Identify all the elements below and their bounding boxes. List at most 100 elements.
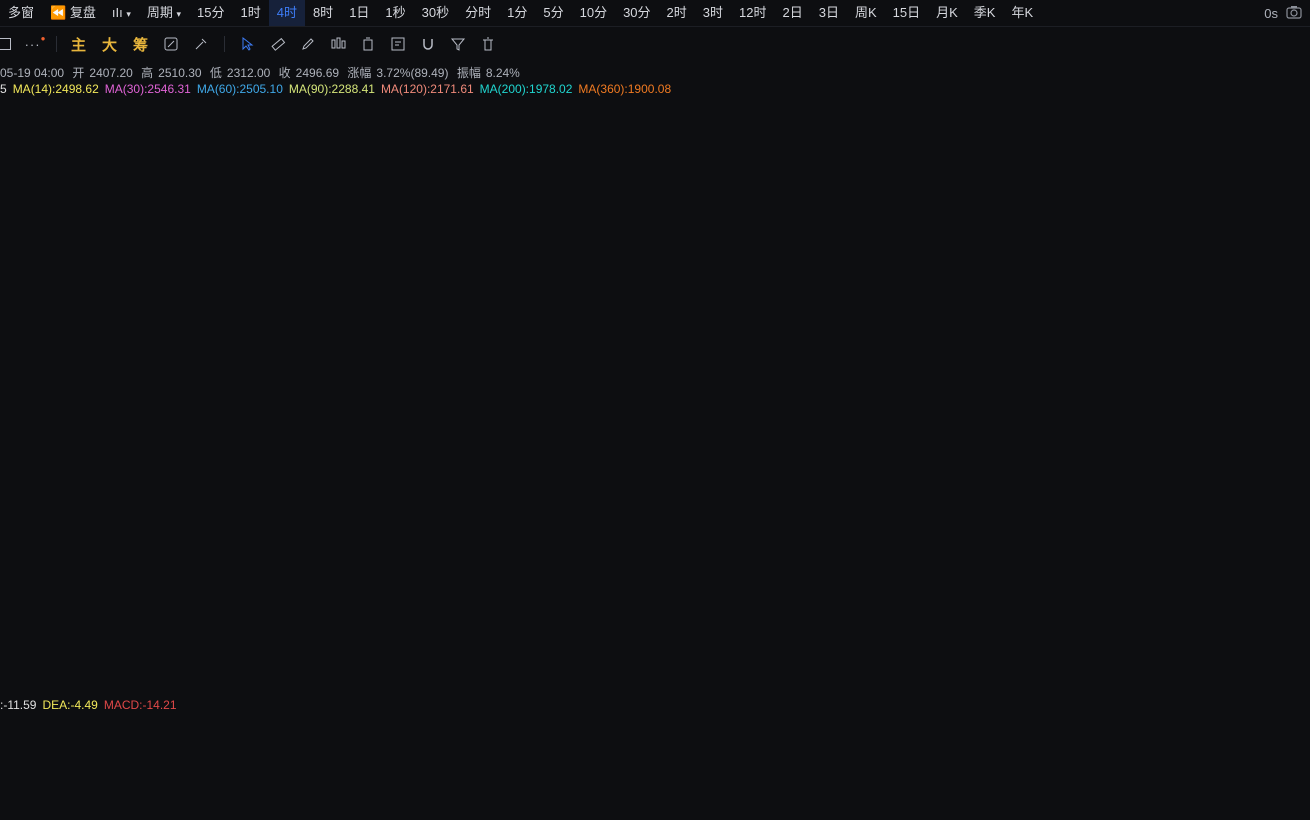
macd-bar xyxy=(205,769,210,780)
candle-body xyxy=(387,254,391,270)
candle-body xyxy=(482,268,486,292)
candle-body xyxy=(735,208,739,242)
candle-body xyxy=(1193,272,1197,274)
candle-body xyxy=(53,578,57,587)
period-tab[interactable]: 3时 xyxy=(695,0,731,26)
period-tab[interactable]: 3日 xyxy=(811,0,847,26)
candle-body xyxy=(501,298,505,309)
candle-body xyxy=(429,215,434,224)
period-tab[interactable]: 季K xyxy=(966,0,1004,26)
period-tab[interactable]: 月K xyxy=(928,0,966,26)
candle-body xyxy=(29,595,33,604)
price-chart[interactable]: 2788.87 → 1730.25 5月3 5月6 5月9 5月12 5月15 5月18 5月2… xyxy=(0,0,1310,820)
ruler-icon[interactable] xyxy=(269,35,287,53)
macd-bar xyxy=(129,780,133,786)
candle-body xyxy=(449,251,453,261)
more-icon[interactable]: ··· ● xyxy=(25,34,46,53)
period-tab[interactable]: 8时 xyxy=(305,0,341,26)
macd-bar xyxy=(1007,780,1011,783)
replay-button[interactable]: ⏪ 复盘 xyxy=(42,0,104,26)
period-tab[interactable]: 年K xyxy=(1003,0,1041,26)
period-tab[interactable]: 5分 xyxy=(535,0,571,26)
note-icon[interactable] xyxy=(389,35,407,53)
candle-body xyxy=(110,608,114,617)
square-icon[interactable] xyxy=(0,35,14,53)
candle-body xyxy=(162,606,167,622)
period-tab[interactable]: 1分 xyxy=(499,0,535,26)
cursor-tool-icon[interactable] xyxy=(239,35,257,53)
period-tab[interactable]: 分时 xyxy=(457,0,499,26)
ma-legend-item: MA(120):2171.61 xyxy=(380,82,474,96)
top-toolbar: 多窗 ⏪ 复盘 ıIı ▾ 周期 ▾ 15分 1时 4时 8时 1日 1秒 30秒 分时 1分 5… xyxy=(0,0,1310,27)
magnet-icon[interactable] xyxy=(419,35,437,53)
camera-icon[interactable] xyxy=(1286,5,1302,22)
macd-bar xyxy=(911,777,915,780)
indicator-main[interactable]: 主 xyxy=(71,34,86,55)
candle-body xyxy=(534,309,539,319)
period-tab[interactable]: 30分 xyxy=(615,0,658,26)
period-tab[interactable]: 15日 xyxy=(885,0,928,26)
period-tab[interactable]: 1秒 xyxy=(377,0,413,26)
candle-body xyxy=(263,300,267,324)
candles-icon[interactable] xyxy=(329,35,347,53)
indicator-chips[interactable]: 筹 xyxy=(133,34,148,55)
candle-body xyxy=(172,609,176,627)
period-tab[interactable]: 1时 xyxy=(232,0,268,26)
candle-body xyxy=(329,258,334,287)
period-dropdown[interactable]: 周期 ▾ xyxy=(139,0,189,26)
period-tab[interactable]: 15分 xyxy=(189,0,232,26)
macd-bar xyxy=(1021,773,1025,780)
macd-bar xyxy=(315,780,319,786)
candle-body xyxy=(1216,282,1221,292)
macd-bar xyxy=(1226,776,1230,780)
macd-bar xyxy=(267,745,272,780)
candle-body xyxy=(835,236,839,246)
candle-body xyxy=(34,595,38,611)
period-tab[interactable]: 周K xyxy=(847,0,885,26)
filter-icon[interactable] xyxy=(449,35,467,53)
candle-body xyxy=(1026,242,1030,262)
macd-bar xyxy=(1145,780,1149,798)
macd-bar xyxy=(191,773,195,780)
tools-icon[interactable] xyxy=(192,35,210,53)
pen-icon[interactable] xyxy=(299,35,317,53)
candle-body xyxy=(1021,261,1025,286)
indicator-large[interactable]: 大 xyxy=(102,34,117,55)
macd-bar xyxy=(1054,760,1059,780)
macd-bar xyxy=(420,774,424,780)
open-value: 2407.20 xyxy=(89,66,133,80)
macd-bar xyxy=(520,780,524,798)
macd-bar xyxy=(663,780,667,783)
period-tab[interactable]: 10分 xyxy=(572,0,615,26)
candle-body xyxy=(725,207,729,223)
macd-bar xyxy=(344,780,348,812)
period-tab[interactable]: 4时 xyxy=(268,0,305,26)
macd-bar xyxy=(468,780,472,800)
period-tab[interactable]: 1日 xyxy=(341,0,377,26)
trash-small-icon[interactable] xyxy=(359,35,377,53)
macd-bar xyxy=(759,780,763,794)
macd-bar xyxy=(1121,780,1125,790)
settings-icon[interactable] xyxy=(162,35,180,53)
period-tab[interactable]: 12时 xyxy=(731,0,774,26)
candle-body xyxy=(186,593,191,619)
chart-type-button[interactable]: ıIı ▾ xyxy=(104,0,139,26)
candle-body xyxy=(587,272,591,281)
multi-window-button[interactable]: 多窗 xyxy=(0,0,42,26)
macd-bar xyxy=(720,780,725,781)
macd-bar xyxy=(1164,780,1168,790)
macd-bar xyxy=(725,780,729,784)
candle-body xyxy=(744,217,749,245)
period-tab[interactable]: 30秒 xyxy=(414,0,457,26)
macd-bar xyxy=(81,779,86,781)
candle-body xyxy=(24,590,28,604)
ma-line xyxy=(2,185,1238,621)
candle-body xyxy=(711,192,715,195)
trash-icon[interactable] xyxy=(479,35,497,53)
macd-bar xyxy=(515,780,520,798)
period-tab[interactable]: 2时 xyxy=(659,0,695,26)
macd-bar xyxy=(1221,774,1225,780)
macd-bar xyxy=(697,780,701,782)
candle-body xyxy=(105,604,109,609)
period-tab[interactable]: 2日 xyxy=(774,0,810,26)
